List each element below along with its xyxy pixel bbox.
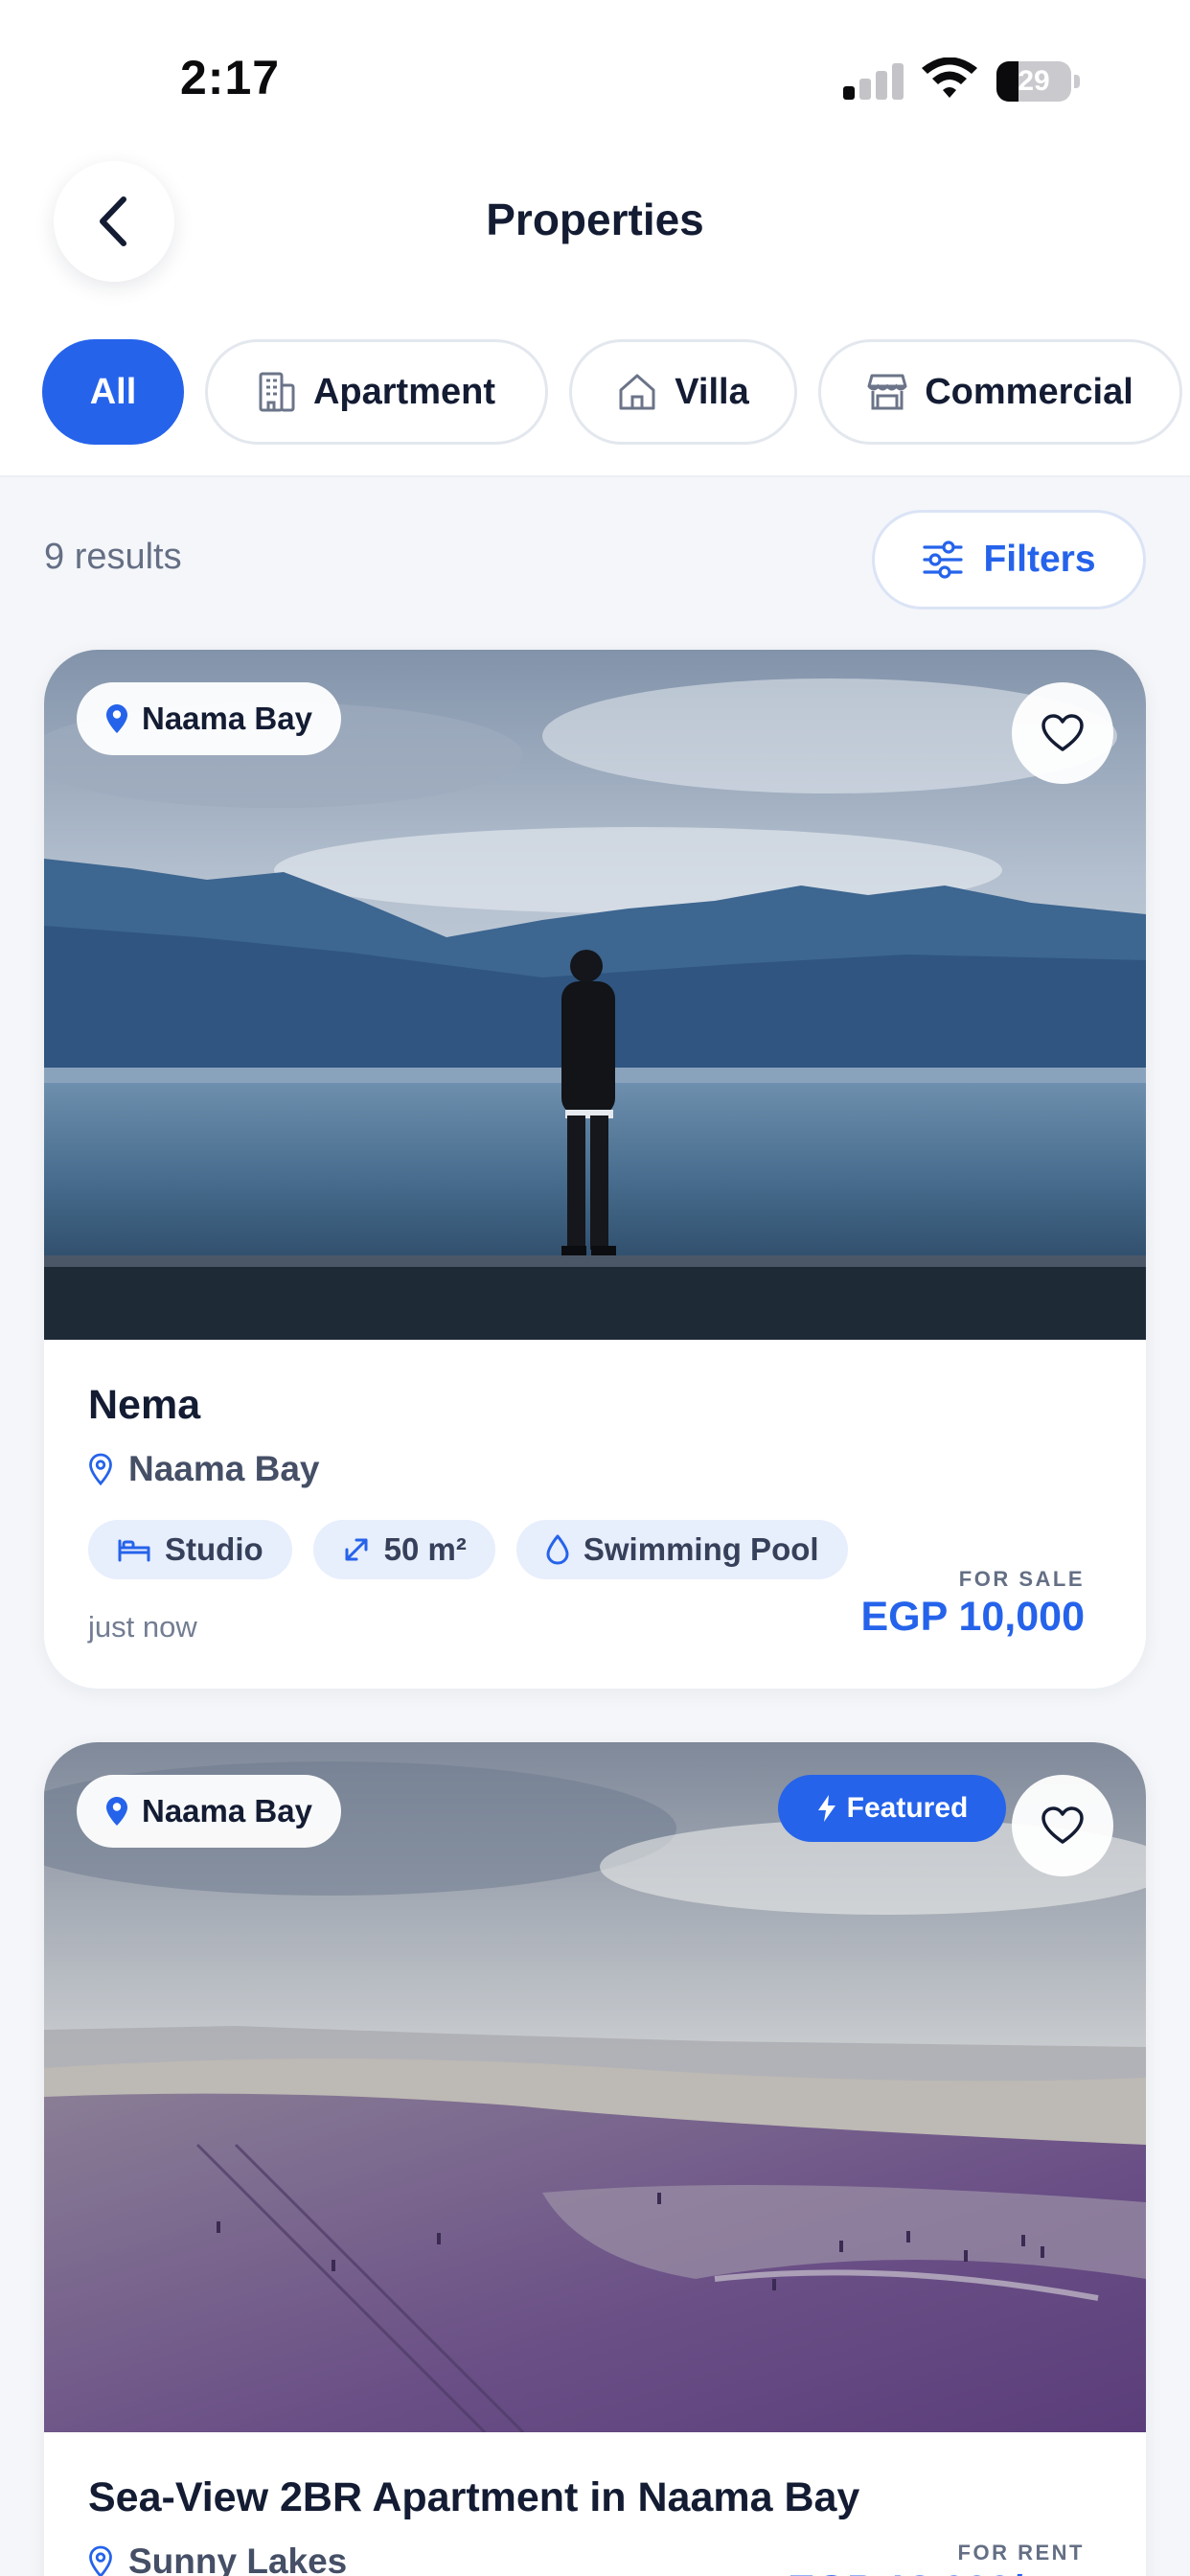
feature-label: Swimming Pool (583, 1531, 819, 1567)
featured-badge: Featured (778, 1775, 1006, 1842)
house-icon (619, 374, 655, 410)
feature-list: Studio 50 m² Swimming Pool (88, 1520, 848, 1579)
listing-card[interactable]: Naama Bay Featured FOR RENT EGP 18,000/m… (44, 1742, 1146, 2576)
results-count: 9 results (44, 537, 182, 577)
featured-label: Featured (846, 1792, 969, 1824)
feature-chip: Swimming Pool (515, 1520, 848, 1579)
tab-label: Apartment (312, 371, 496, 412)
price-tag: FOR RENT EGP 18,000/mo (759, 2524, 1113, 2576)
map-pin-icon (106, 1797, 127, 1826)
listing-title: Sea-View 2BR Apartment in Naama Bay (88, 2474, 860, 2520)
filters-button[interactable]: Filters (872, 510, 1146, 610)
favorite-button[interactable] (1012, 682, 1113, 784)
location-badge: Naama Bay (77, 1775, 341, 1848)
feature-label: 50 m² (383, 1531, 467, 1567)
status-time: 2:17 (180, 51, 281, 104)
listing-location-label: Naama Bay (128, 1449, 320, 1488)
tab-commercial[interactable]: Commercial (818, 339, 1182, 445)
results-bar: 9 results Filters (0, 477, 1190, 642)
feature-chip: Studio (88, 1520, 292, 1579)
map-pin-outline-icon (89, 1453, 112, 1485)
posted-time: just now (88, 1610, 197, 1644)
tab-villa[interactable]: Villa (569, 339, 797, 445)
heart-icon (1041, 1806, 1084, 1844)
favorite-button[interactable] (1012, 1775, 1113, 1876)
listing-location: Sunny Lakes (88, 2542, 347, 2576)
wifi-icon (922, 58, 977, 98)
price-tag: FOR SALE EGP 10,000 (832, 1551, 1113, 1656)
tab-label: Commercial (925, 371, 1133, 412)
expand-arrows-icon (345, 1538, 368, 1561)
listing-card[interactable]: Naama Bay FOR SALE EGP 10,000 Nema Naama… (44, 650, 1146, 1689)
lightning-bolt-icon (817, 1795, 835, 1822)
tab-all[interactable]: All (42, 339, 184, 445)
map-pin-icon (106, 704, 127, 733)
listing-title: Nema (88, 1382, 201, 1428)
building-icon (259, 372, 295, 412)
price-type: FOR SALE (958, 1566, 1085, 1591)
tab-label: Villa (675, 371, 749, 412)
water-drop-icon (546, 1534, 569, 1565)
sliders-icon (923, 540, 964, 579)
tab-apartment[interactable]: Apartment (205, 339, 548, 445)
feature-label: Studio (165, 1531, 263, 1567)
top-area: 2:17 29 Properties All Apartment Villa C… (0, 0, 1190, 477)
price-value: EGP 18,000/mo (788, 2567, 1085, 2576)
heart-icon (1041, 714, 1084, 751)
battery-level: 29 (1018, 65, 1050, 97)
bed-icon (118, 1539, 150, 1562)
category-tabs: All Apartment Villa Commercial (0, 339, 1190, 445)
status-bar: 2:17 29 (0, 0, 1190, 144)
listing-location-label: Sunny Lakes (128, 2542, 348, 2576)
listing-location: Naama Bay (88, 1449, 320, 1489)
battery-icon: 29 (996, 61, 1071, 102)
storefront-icon (867, 374, 907, 410)
location-badge-label: Naama Bay (142, 1793, 312, 1828)
map-pin-outline-icon (89, 2545, 112, 2576)
location-badge-label: Naama Bay (142, 701, 312, 736)
tab-label: All (89, 371, 137, 412)
page-title: Properties (486, 195, 704, 244)
battery-cap (1074, 75, 1080, 88)
price-type: FOR RENT (957, 2540, 1085, 2564)
filters-label: Filters (983, 539, 1096, 580)
feature-chip: 50 m² (312, 1520, 495, 1579)
price-value: EGP 10,000 (860, 1593, 1086, 1640)
location-badge: Naama Bay (77, 682, 341, 755)
cellular-signal-icon (843, 61, 904, 100)
